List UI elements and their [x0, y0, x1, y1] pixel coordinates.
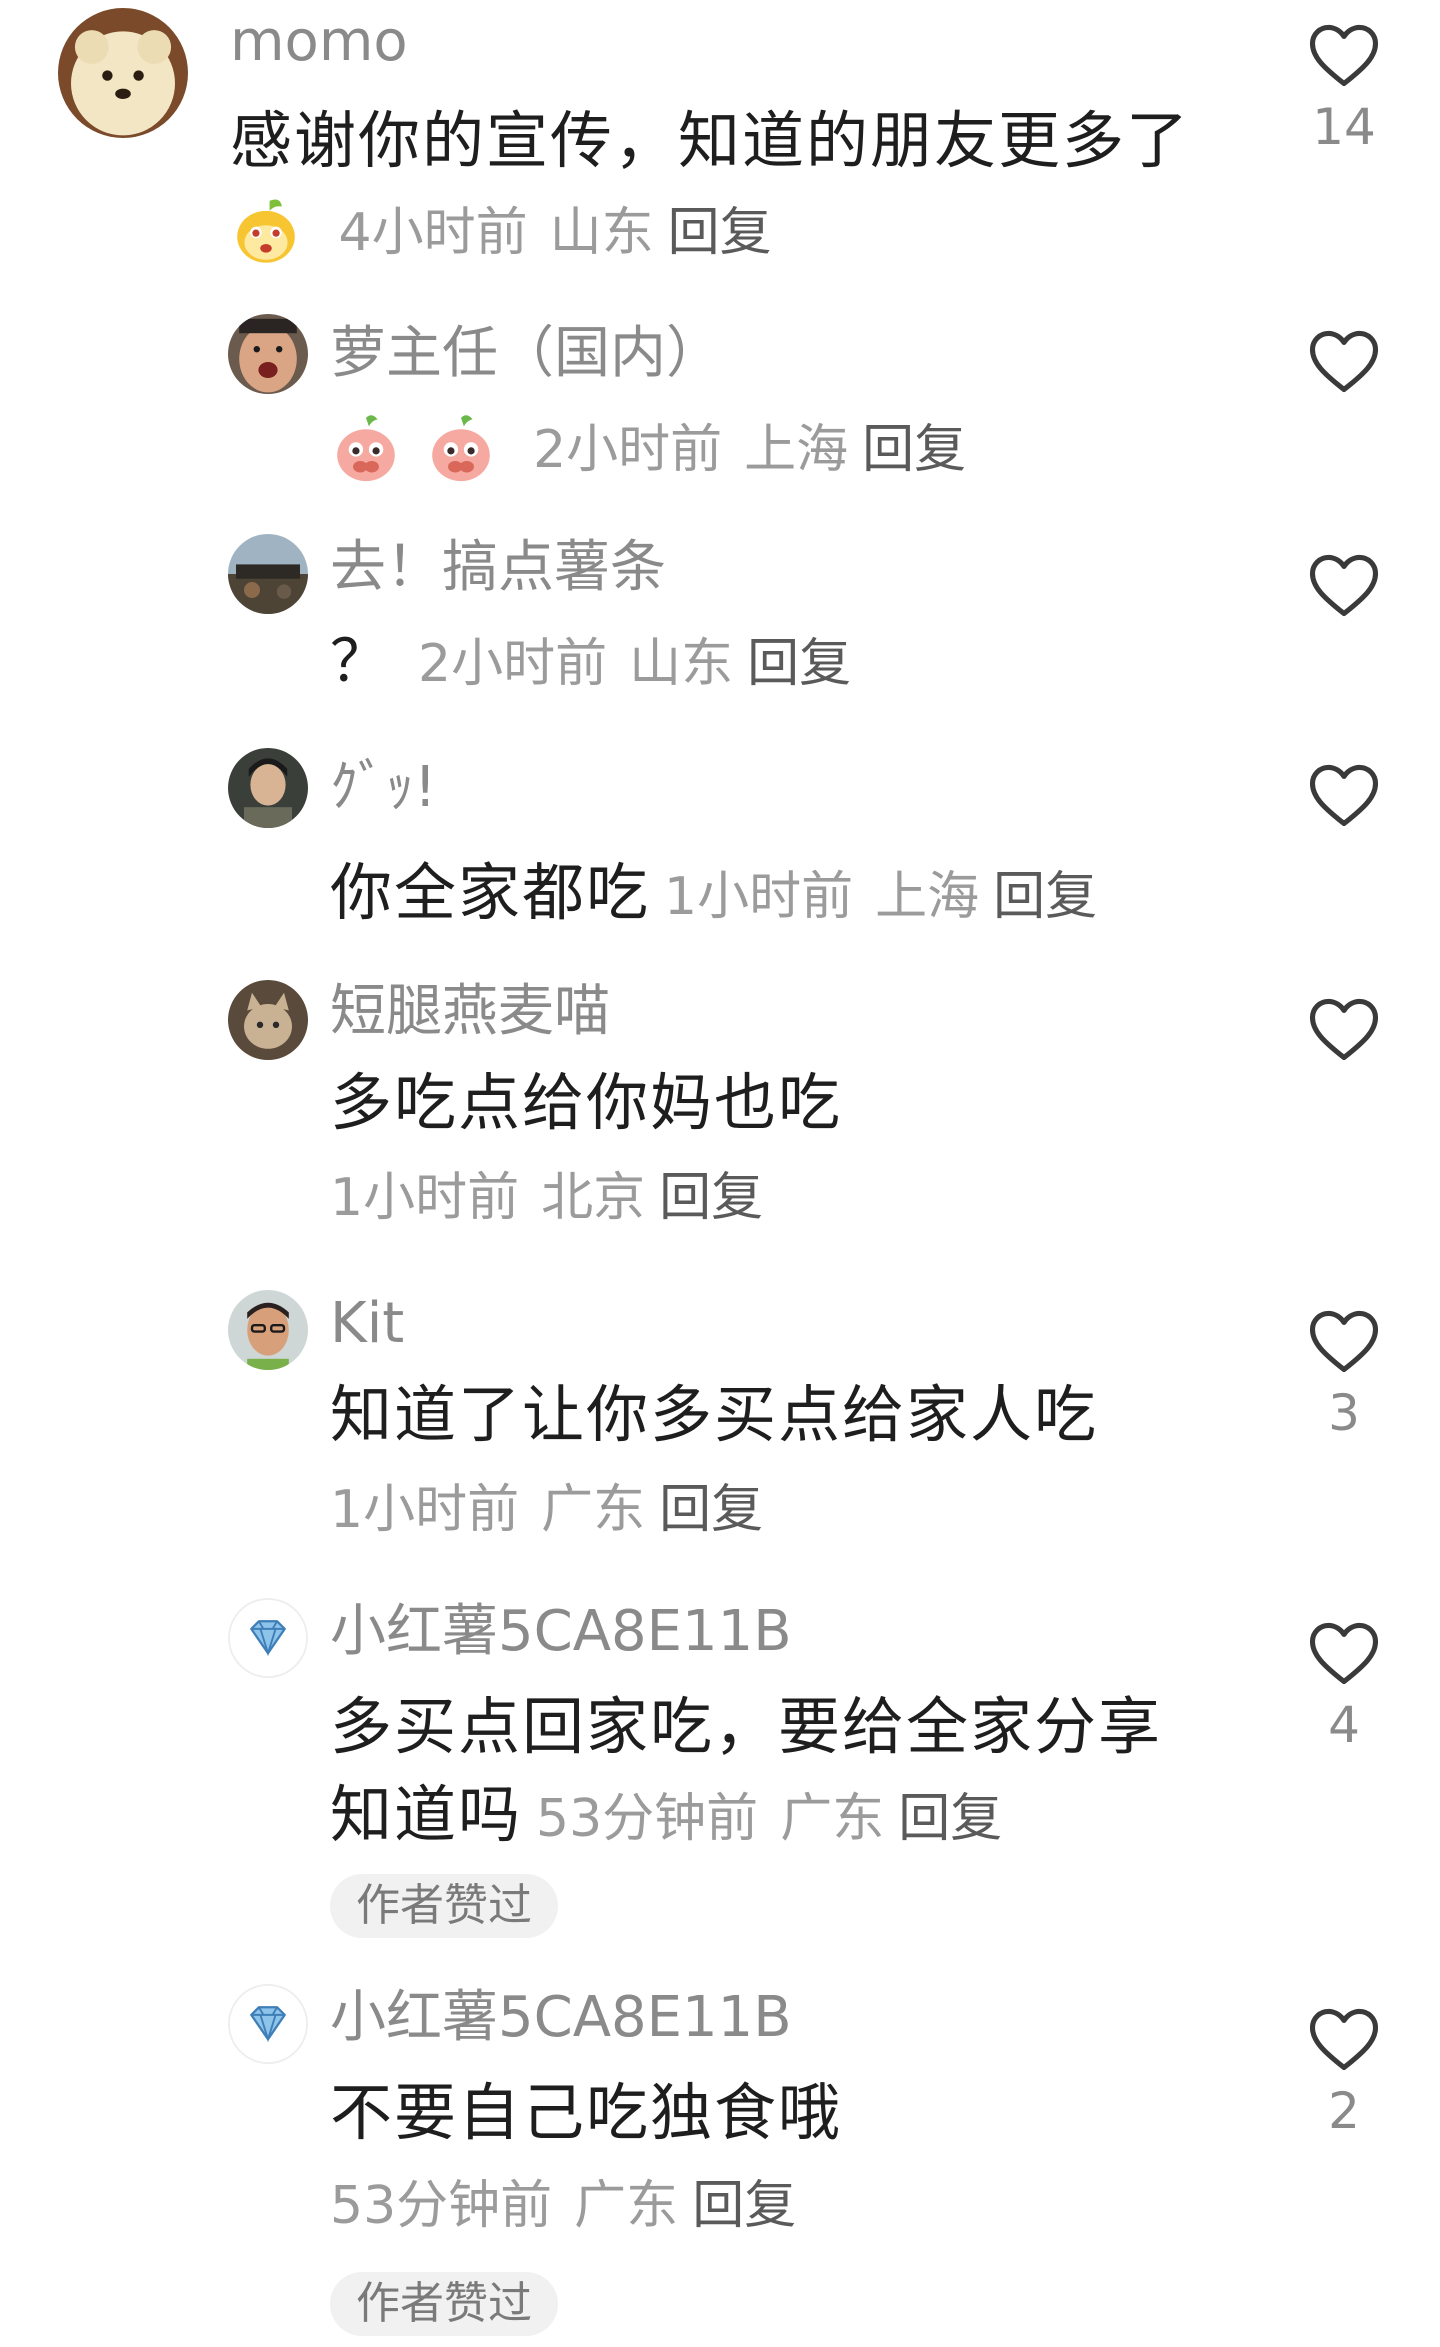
comment-time: 2小时前	[418, 634, 608, 694]
diamond-icon	[230, 1986, 306, 2062]
comment-text-line-2: 知道吗	[330, 1778, 523, 1851]
comment-time: 2小时前	[533, 419, 723, 480]
comment-text-line: 知道吗 53分钟前 广东 回复	[330, 1784, 1002, 1846]
avatar[interactable]	[228, 980, 308, 1060]
like-button[interactable]	[1300, 552, 1388, 618]
diamond-icon	[230, 1600, 306, 1676]
comment-author[interactable]: 去！搞点薯条	[330, 540, 666, 596]
avatar[interactable]	[228, 1984, 308, 2064]
comment-author[interactable]: Kit	[330, 1296, 404, 1352]
comment-location: 广东	[541, 1480, 646, 1540]
comment-meta: 1小时前 上海 回复	[664, 867, 1097, 927]
comment-location: 山东	[549, 202, 654, 263]
avatar[interactable]	[228, 534, 308, 614]
like-button[interactable]	[1300, 762, 1388, 828]
comment-meta: 2小时前 上海 回复	[330, 412, 966, 493]
author-liked-badge: 作者赞过	[330, 2272, 558, 2336]
heart-outline-icon	[1309, 998, 1379, 1061]
reply-button[interactable]: 回复	[692, 2176, 796, 2236]
like-button[interactable]: 3	[1300, 1308, 1388, 1438]
like-button[interactable]	[1300, 996, 1388, 1062]
like-button[interactable]	[1300, 328, 1388, 394]
reply-button[interactable]: 回复	[747, 634, 851, 694]
reply-button[interactable]: 回复	[659, 1168, 763, 1228]
comment-author[interactable]: 小红薯5CA8E11B	[330, 1604, 792, 1660]
heart-outline-icon	[1309, 330, 1379, 393]
comment-location: 山东	[629, 634, 734, 694]
avatar[interactable]	[58, 8, 188, 138]
heart-outline-icon	[1309, 1310, 1379, 1373]
comment-text-line: 你全家都吃 1小时前 上海 回复	[330, 862, 1097, 924]
heart-outline-icon	[1309, 24, 1379, 87]
heart-outline-icon	[1309, 2008, 1379, 2071]
peach-crying-emoji-icon	[425, 412, 497, 493]
comment-text: 知道了让你多买点给家人吃	[330, 1378, 1099, 1451]
comment-time: 1小时前	[330, 1168, 520, 1228]
avatar-image-cat	[228, 980, 308, 1060]
comment-time: 53分钟前	[330, 2176, 553, 2236]
avatar[interactable]	[228, 1598, 308, 1678]
comment-location: 广东	[574, 2176, 679, 2236]
avatar-image-bear	[58, 8, 188, 138]
like-count: 3	[1328, 1384, 1360, 1442]
comment-time: 1小时前	[664, 867, 854, 927]
avatar-image-scene	[228, 534, 308, 614]
comment-meta: 53分钟前 广东 回复	[536, 1789, 1002, 1849]
comment-location: 上海	[875, 867, 980, 927]
comment-author[interactable]: momo	[230, 14, 408, 70]
comment-text: 你全家都吃	[330, 856, 651, 929]
like-button[interactable]: 14	[1300, 22, 1388, 152]
avatar-image-person	[228, 1290, 308, 1370]
comment-location: 上海	[744, 419, 849, 480]
comment-author[interactable]: 短腿燕麦喵	[330, 984, 610, 1040]
comment-time: 4小时前	[338, 202, 528, 263]
reply-button[interactable]: 回复	[862, 420, 966, 480]
comment-text: 不要自己吃独食哦	[330, 2076, 843, 2149]
mascot-emoji-icon	[230, 195, 302, 276]
heart-outline-icon	[1309, 1622, 1379, 1685]
comment-text: 多吃点给你妈也吃	[330, 1066, 843, 1139]
comment-meta: 1小时前 广东 回复	[330, 1484, 763, 1536]
like-count: 4	[1328, 1696, 1360, 1754]
like-button[interactable]: 4	[1300, 1620, 1388, 1750]
comment-author[interactable]: 小红薯5CA8E11B	[330, 1990, 792, 2046]
comment-author[interactable]: ｸﾞｯ!	[330, 760, 436, 816]
comment-meta: 4小时前 山东 回复	[230, 195, 772, 276]
heart-outline-icon	[1309, 764, 1379, 827]
comment-meta: 53分钟前 广东 回复	[330, 2180, 796, 2232]
comment-text-line-1: 多买点回家吃，要给全家分享	[330, 1690, 1163, 1763]
avatar[interactable]	[228, 1290, 308, 1370]
comment-time: 53分钟前	[536, 1789, 759, 1849]
like-button[interactable]: 2	[1300, 2006, 1388, 2136]
like-count: 2	[1328, 2082, 1360, 2140]
comment-meta: 1小时前 北京 回复	[330, 1172, 763, 1224]
reply-button[interactable]: 回复	[993, 867, 1097, 927]
reply-button[interactable]: 回复	[668, 203, 772, 263]
avatar-image-face	[228, 314, 308, 394]
avatar[interactable]	[228, 748, 308, 828]
like-count: 14	[1312, 98, 1376, 156]
author-liked-badge: 作者赞过	[330, 1874, 558, 1938]
comment-location: 广东	[780, 1789, 885, 1849]
comment-author[interactable]: 萝主任（国内）	[330, 326, 722, 382]
reply-button[interactable]: 回复	[898, 1789, 1002, 1849]
heart-outline-icon	[1309, 554, 1379, 617]
avatar[interactable]	[228, 314, 308, 394]
peach-crying-emoji-icon	[330, 412, 402, 493]
comment-location: 北京	[541, 1168, 646, 1228]
comment-section: { "comments": [ { "user": "momo", "text"…	[0, 0, 1440, 2347]
comment-time: 1小时前	[330, 1480, 520, 1540]
reply-button[interactable]: 回复	[659, 1480, 763, 1540]
avatar-image-portrait	[228, 748, 308, 828]
comment-text: 感谢你的宣传，知道的朋友更多了	[230, 104, 1191, 177]
comment-meta: ？ 2小时前 山东 回复	[330, 632, 851, 690]
comment-text: ？	[330, 627, 389, 695]
